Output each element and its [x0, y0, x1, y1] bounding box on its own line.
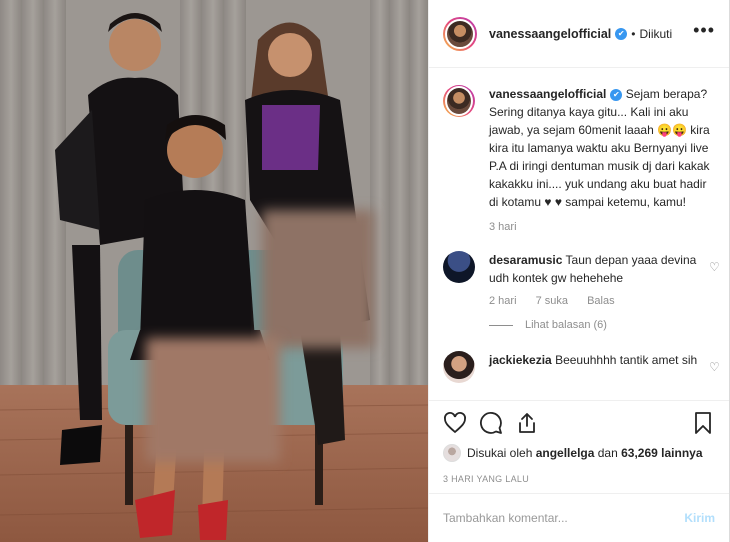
comment-avatar[interactable]	[443, 251, 475, 283]
likes-prefix: Disukai oleh	[467, 446, 533, 460]
post-timestamp[interactable]: 3 HARI YANG LALU	[443, 474, 529, 484]
replies-divider	[489, 324, 513, 326]
caption-text: Sejam berapa? Sering ditanya kaya gitu..…	[489, 87, 710, 209]
post-photo[interactable]	[0, 0, 428, 542]
send-comment-button[interactable]: Kirim	[684, 511, 715, 525]
likes-count[interactable]: 63,269 lainnya	[621, 446, 702, 460]
more-icon[interactable]: •••	[693, 21, 715, 39]
view-replies-button[interactable]: Lihat balasan (6)	[489, 319, 717, 331]
comment-text-block: desaramusic Taun depan yaaa devina udh k…	[489, 251, 717, 287]
likes-summary: Disukai oleh angellelga dan 63,269 lainn…	[443, 444, 703, 462]
comment-icon[interactable]	[479, 411, 503, 435]
comment-age[interactable]: 2 hari	[489, 295, 517, 307]
post-header: vanessaangelofficial ✔ • Diikuti •••	[429, 0, 729, 68]
liker-avatar[interactable]	[443, 444, 461, 462]
liker-username[interactable]: angellelga	[536, 446, 595, 460]
separator-dot: •	[631, 26, 636, 41]
add-comment-bar: Kirim	[429, 493, 729, 542]
verified-icon: ✔	[610, 88, 623, 101]
heart-icon[interactable]	[443, 411, 467, 435]
post-side-panel: vanessaangelofficial ✔ • Diikuti ••• van…	[428, 0, 730, 542]
comment-item: desaramusic Taun depan yaaa devina udh k…	[443, 251, 720, 331]
bookmark-icon[interactable]	[691, 411, 715, 435]
comment-username[interactable]: desaramusic	[489, 253, 562, 267]
share-icon[interactable]	[515, 411, 539, 435]
comments-list[interactable]: vanessaangelofficial ✔ Sejam berapa? Seri…	[429, 69, 729, 399]
caption: vanessaangelofficial ✔ Sejam berapa? Seri…	[443, 85, 717, 233]
caption-text-block: vanessaangelofficial ✔ Sejam berapa? Seri…	[489, 85, 717, 211]
comment-avatar[interactable]	[443, 351, 475, 383]
view-replies-label: Lihat balasan (6)	[525, 319, 607, 331]
caption-username[interactable]: vanessaangelofficial	[489, 87, 606, 101]
comment-meta: 2 hari 7 suka Balas	[489, 295, 717, 307]
comment-like-heart-icon[interactable]: ♡	[709, 361, 721, 373]
comment-text-block: jackiekezia Beeuuhhhh tantik amet sih	[489, 351, 717, 369]
caption-avatar[interactable]	[443, 85, 475, 117]
author-avatar[interactable]	[443, 16, 477, 51]
verified-icon: ✔	[615, 27, 628, 40]
comment-reply-button[interactable]: Balas	[587, 295, 615, 307]
likes-conjunction: dan	[597, 446, 618, 460]
photo-illustration	[0, 0, 428, 542]
comment-username[interactable]: jackiekezia	[489, 353, 552, 367]
caption-meta: 3 hari	[489, 221, 717, 233]
follow-status-button[interactable]: Diikuti	[639, 27, 672, 41]
caption-age[interactable]: 3 hari	[489, 221, 517, 233]
comment-text: Beeuuhhhh tantik amet sih	[555, 353, 698, 367]
comment-input[interactable]	[443, 511, 685, 525]
comment-item: jackiekezia Beeuuhhhh tantik amet sih ♡	[443, 351, 720, 383]
comment-likes[interactable]: 7 suka	[536, 295, 568, 307]
author-username[interactable]: vanessaangelofficial	[489, 27, 611, 41]
comment-like-heart-icon[interactable]: ♡	[709, 261, 721, 273]
